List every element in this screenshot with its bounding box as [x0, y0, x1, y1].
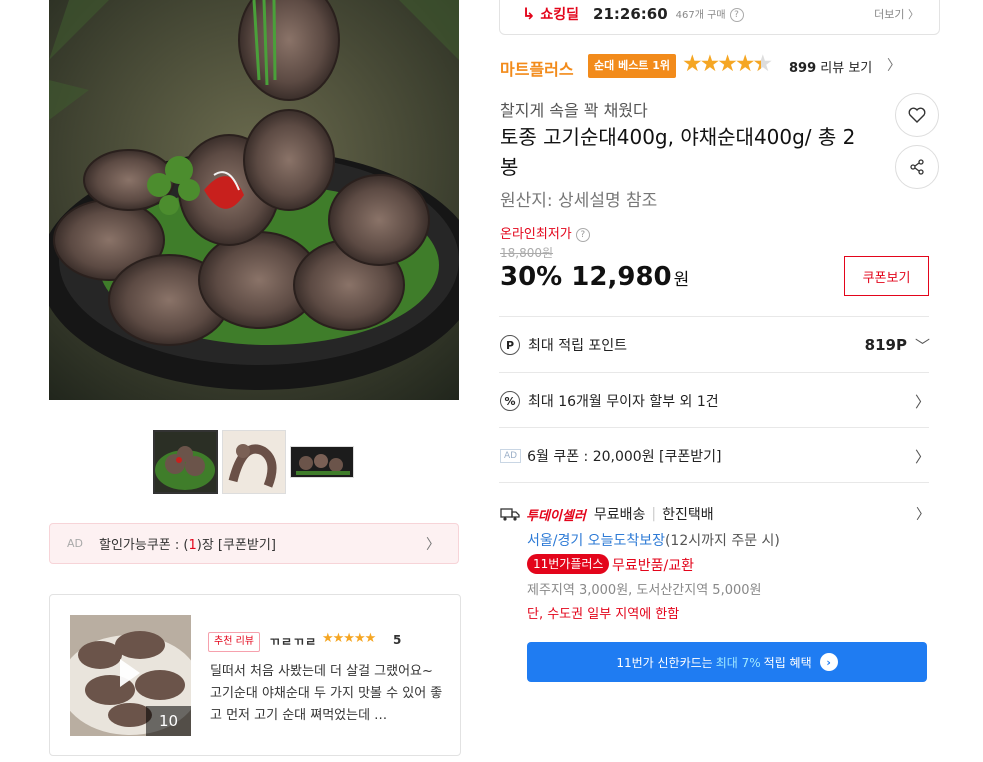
reviewer-name: ㄲㄹㄲㄹ	[269, 635, 318, 649]
chevron-right-icon: 〉	[887, 58, 901, 74]
chevron-down-icon: ﹀	[914, 336, 930, 355]
share-icon	[910, 159, 924, 175]
max-points-value: 819P ﹀	[864, 336, 930, 355]
shocking-deal-logo: ↳ 쇼킹딜	[522, 4, 580, 23]
media-count: 10	[146, 706, 191, 736]
ad-label: AD	[500, 449, 522, 463]
original-price: 18,800원	[500, 246, 554, 260]
thumbnail-1[interactable]	[153, 430, 218, 494]
arrow-right-icon: ›	[819, 653, 838, 671]
share-button[interactable]	[895, 145, 939, 189]
review-score: 5	[393, 633, 402, 647]
carrier-label: 한진택배	[662, 507, 714, 523]
thumbnail-2[interactable]	[222, 430, 286, 494]
review-video-thumbnail[interactable]: 10	[70, 615, 191, 736]
shipping-limit-note: 단, 수도권 일부 지역에 한함	[527, 607, 680, 622]
review-link[interactable]: 899 리뷰 보기	[789, 57, 872, 76]
sale-price: 30% 12,980 원	[500, 262, 690, 292]
installment-label: 최대 16개월 무이자 할부 외 1건	[528, 394, 719, 410]
review-stars: ★★★★★	[322, 631, 376, 646]
truck-icon	[500, 508, 520, 521]
shocking-deal-bar[interactable]: ↳ 쇼킹딜 21:26:60 467개 구매? 더보기 〉	[499, 0, 940, 35]
recommended-review-badge: 추천 리뷰	[208, 632, 260, 652]
today-seller-badge: 투데이셀러	[526, 508, 586, 524]
lowest-price-label: 온라인최저가?	[500, 223, 590, 242]
chevron-right-icon: 〉	[914, 392, 930, 411]
coupon-text: 할인가능쿠폰 : (1)장 [쿠폰받기]	[99, 538, 276, 553]
divider	[499, 482, 929, 483]
product-title: 토종 고기순대400g, 야채순대400g/ 총 2봉	[500, 125, 856, 179]
best-badge: 순대 베스트 1위	[588, 54, 677, 78]
divider	[499, 372, 929, 373]
help-icon[interactable]: ?	[729, 7, 744, 22]
view-coupon-button[interactable]: 쿠폰보기	[844, 256, 929, 296]
main-product-image	[49, 0, 459, 400]
deal-timer: 21:26:60	[593, 4, 668, 23]
june-coupon-label: 6월 쿠폰 : 20,000원 [쿠폰받기]	[527, 449, 722, 465]
heart-icon	[908, 107, 926, 123]
ad-coupon-banner[interactable]: AD 할인가능쿠폰 : (1)장 [쿠폰받기] 〉	[49, 523, 459, 564]
product-subtitle: 찰지게 속을 꽉 채웠다	[500, 101, 648, 120]
chevron-right-icon: 〉	[914, 447, 930, 466]
percent-icon: %	[500, 391, 520, 411]
help-icon[interactable]: ?	[575, 227, 590, 242]
shinhan-card-promo-button[interactable]: 11번가 신한카드는 최대 7% 적립 혜택 ›	[527, 642, 927, 682]
divider	[499, 316, 929, 317]
divider	[499, 427, 929, 428]
ad-label: AD	[67, 537, 83, 550]
shipping-row[interactable]: 투데이셀러 무료배송 | 한진택배 〉	[500, 504, 930, 524]
review-card[interactable]: 10 추천 리뷰 ㄲㄹㄲㄹ ★★★★★ 5 딜떠서 처음 사봤는데 더 살걸 그…	[49, 594, 461, 756]
11st-plus-badge: 11번가플러스	[527, 554, 610, 574]
delivery-guarantee: 서울/경기 오늘도착보장(12시까지 주문 시)	[527, 533, 780, 549]
purchase-count: 467개 구매?	[676, 6, 744, 22]
seller-name[interactable]: 마트플러스	[500, 56, 574, 80]
wishlist-button[interactable]	[895, 93, 939, 137]
product-origin: 원산지: 상세설명 참조	[500, 191, 658, 211]
rating-stars: ★★★★★★	[682, 51, 773, 77]
max-points-row[interactable]: P 최대 적립 포인트 819P ﹀	[500, 318, 930, 372]
deal-arrow-icon: ↳	[522, 4, 536, 23]
installment-row[interactable]: % 최대 16개월 무이자 할부 외 1건 〉	[500, 374, 930, 428]
review-text: 딜떠서 처음 사봤는데 더 살걸 그랬어요~ 고기순대 야채순대 두 가지 맛볼…	[210, 664, 443, 723]
thumbnail-3[interactable]	[290, 446, 354, 478]
play-icon	[120, 659, 140, 687]
free-return-label: 무료반품/교환	[612, 558, 694, 574]
june-coupon-row[interactable]: AD 6월 쿠폰 : 20,000원 [쿠폰받기] 〉	[500, 429, 930, 483]
more-link[interactable]: 더보기 〉	[874, 6, 919, 22]
points-icon: P	[500, 335, 520, 355]
chevron-right-icon: 〉	[426, 536, 440, 553]
extra-shipping-fee: 제주지역 3,000원, 도서산간지역 5,000원	[527, 583, 762, 598]
chevron-right-icon: 〉	[916, 507, 930, 523]
max-points-label: 최대 적립 포인트	[528, 338, 628, 354]
free-shipping-label: 무료배송	[593, 507, 646, 523]
